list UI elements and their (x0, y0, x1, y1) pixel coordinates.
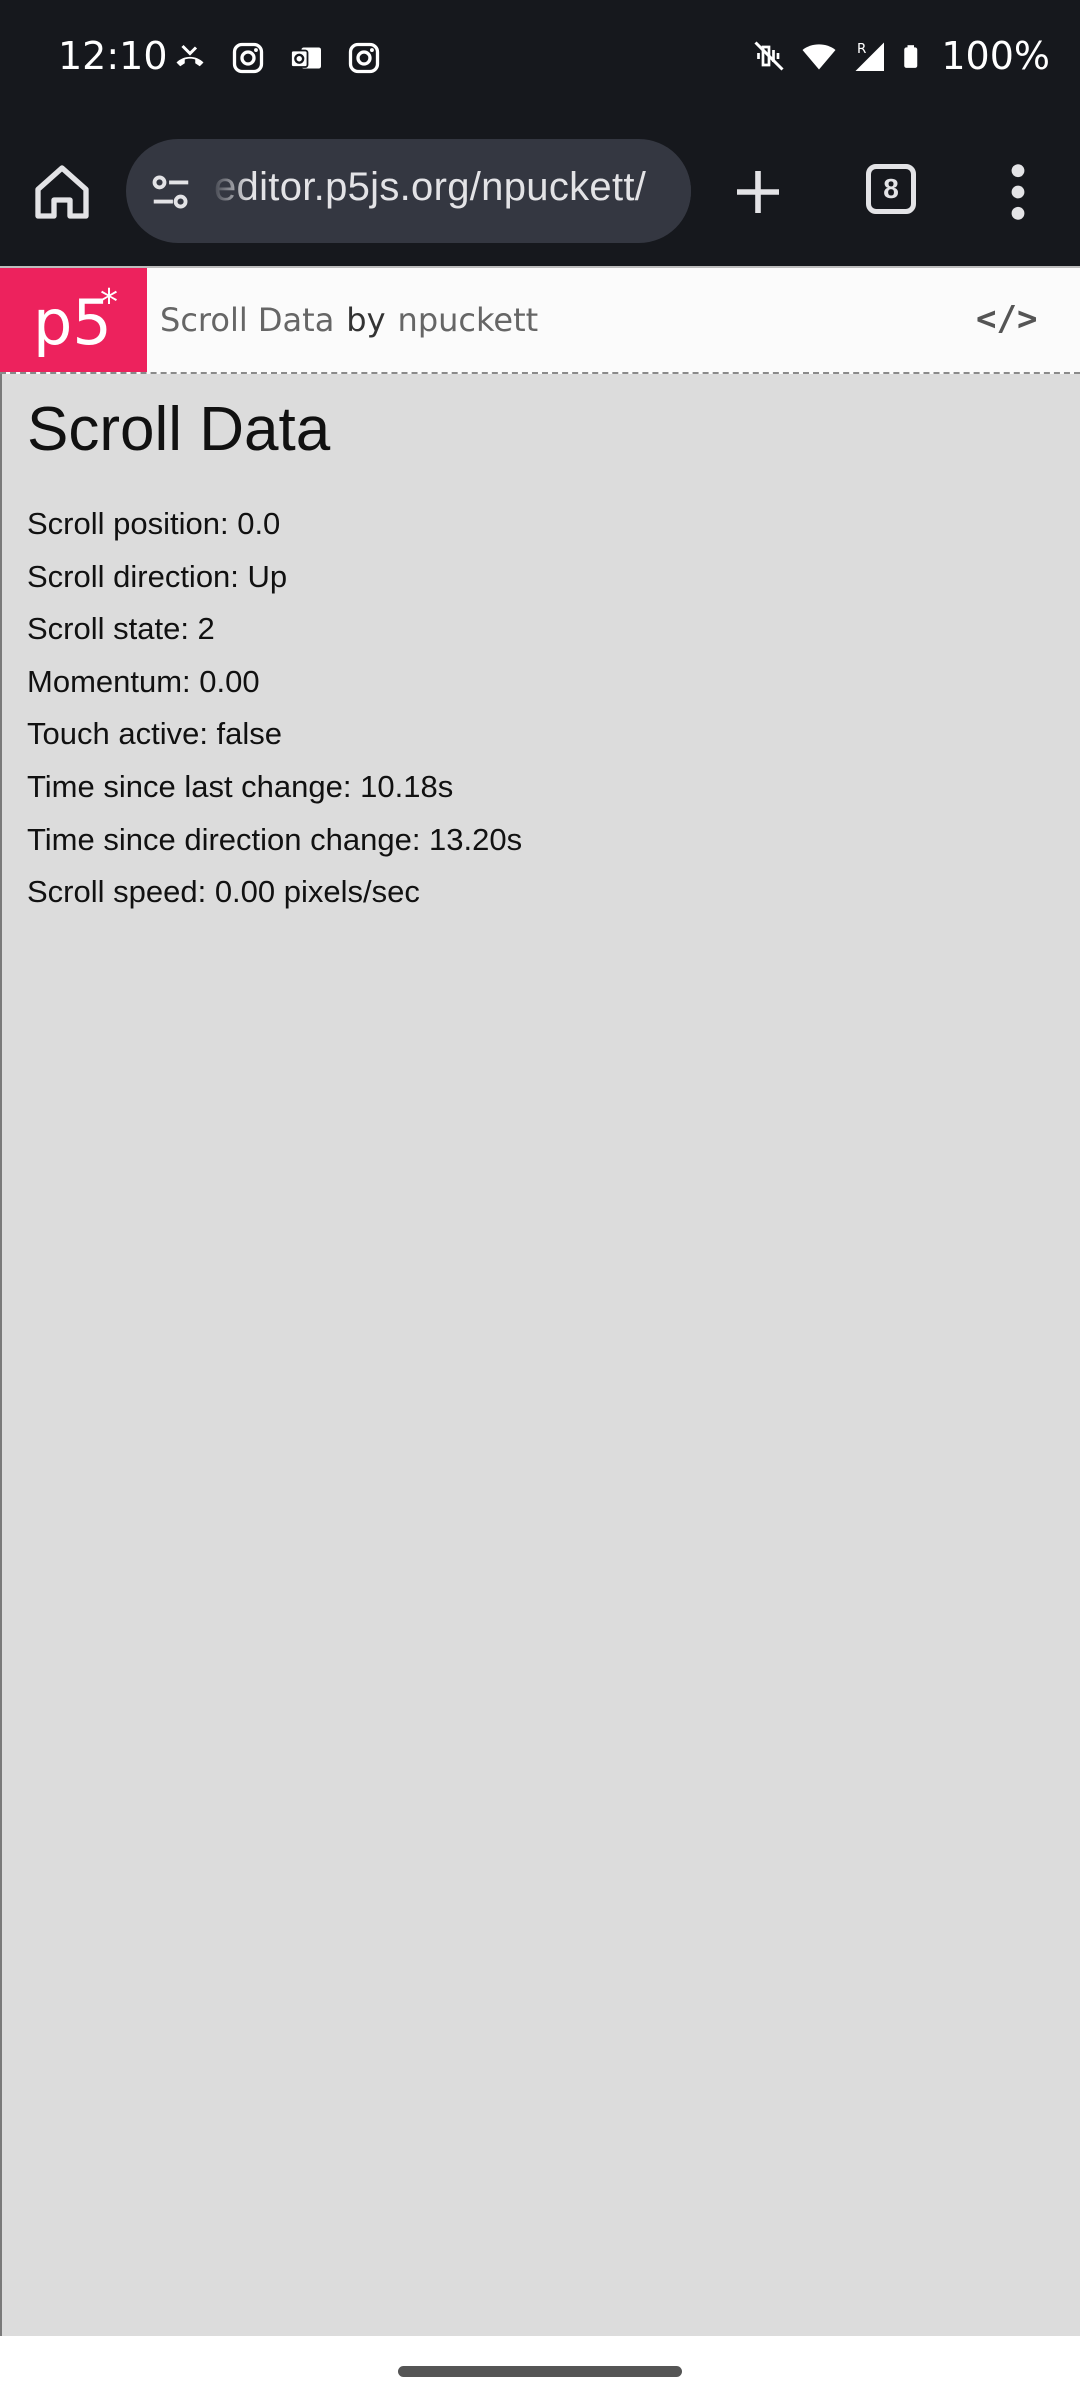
outlook-icon (290, 47, 321, 69)
sketch-name-link[interactable]: Scroll Data (160, 301, 334, 339)
stat-scroll-speed: Scroll speed: 0.00 pixels/sec (27, 874, 420, 910)
svg-text:R: R (857, 41, 866, 57)
url-text: editor.p5js.org/npuckett/ (214, 165, 647, 209)
address-bar[interactable]: editor.p5js.org/npuckett/ (126, 139, 691, 243)
url-fade-right (651, 139, 691, 243)
signal-roaming-icon: R (855, 41, 885, 71)
stat-scroll-direction: Scroll direction: Up (27, 558, 288, 594)
missed-call-icon (176, 44, 204, 67)
vibrate-off-icon (754, 41, 784, 71)
p5-logo[interactable]: p5 * (0, 268, 147, 372)
home-icon[interactable] (30, 160, 94, 224)
canvas-title: Scroll Data (27, 395, 331, 464)
battery-icon (904, 45, 918, 68)
gesture-handle[interactable] (398, 2366, 682, 2377)
url-fade-left (210, 139, 250, 243)
gesture-nav-area (0, 2336, 1080, 2400)
menu-dots-icon[interactable] (1000, 160, 1036, 224)
tab-switcher-button[interactable]: 8 (866, 164, 916, 214)
stat-scroll-state: Scroll state: 2 (27, 611, 215, 647)
status-bar: 12:10 R 100% (0, 0, 1080, 118)
by-label: by (346, 301, 386, 339)
stat-touch-active: Touch active: false (27, 716, 283, 752)
sketch-canvas[interactable]: Scroll Data Scroll position: 0.0 Scroll … (0, 374, 1080, 2336)
battery-percent: 100% (941, 34, 1050, 78)
plus-icon[interactable] (730, 164, 786, 220)
author-link[interactable]: npuckett (398, 301, 539, 339)
p5-logo-star: * (100, 282, 118, 323)
stat-scroll-position: Scroll position: 0.0 (27, 506, 281, 541)
notification-icons (172, 40, 382, 76)
sketch-heading: Scroll Data by npuckett (160, 301, 538, 339)
stat-momentum: Momentum: 0.00 (27, 663, 260, 699)
status-time: 12:10 (58, 34, 168, 78)
site-settings-icon[interactable] (148, 169, 194, 215)
p5-editor-header: p5 * Scroll Data by npuckett </> (0, 266, 1080, 374)
scroll-stats: Scroll position: 0.0 Scroll direction: U… (27, 498, 522, 919)
browser-toolbar: editor.p5js.org/npuckett/ 8 (0, 118, 1080, 266)
stat-time-since-change: Time since last change: 10.18s (27, 768, 454, 804)
system-icons: R 100% (751, 34, 1050, 78)
wifi-icon (802, 44, 836, 70)
stat-time-since-direction-change: Time since direction change: 13.20s (27, 821, 523, 857)
instagram-icon (232, 42, 264, 74)
instagram-icon (348, 42, 380, 74)
view-code-icon[interactable]: </> (976, 294, 1037, 344)
